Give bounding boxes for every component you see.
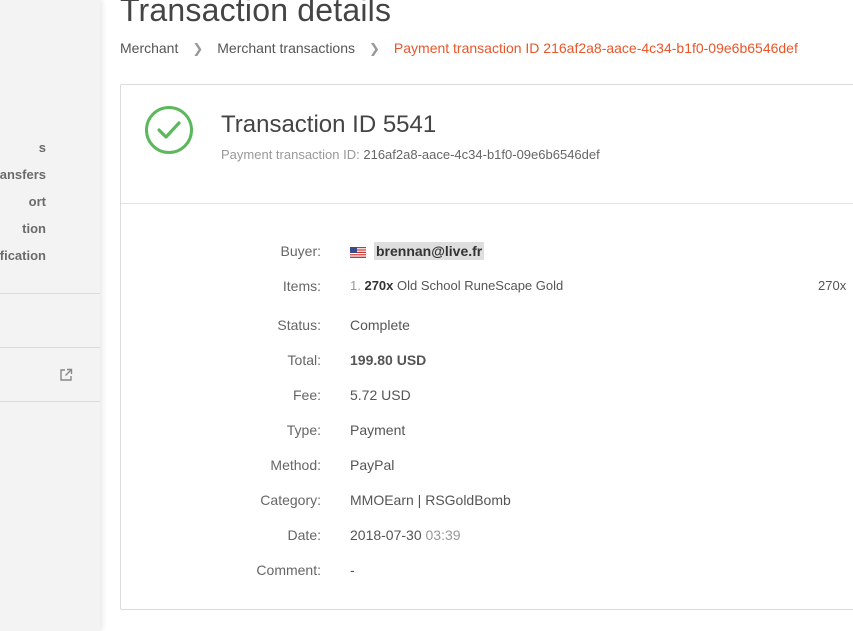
type-value: Payment (350, 422, 406, 438)
external-link-icon[interactable] (59, 368, 73, 382)
detail-row-method: Method: PayPal (121, 457, 853, 477)
detail-row-fee: Fee: 5.72 USD (121, 387, 853, 407)
total-label: Total: (287, 352, 321, 368)
method-label: Method: (270, 457, 321, 473)
sidebar-item-notification[interactable]: fication (0, 248, 46, 263)
sidebar: ​ s ransfers ort tion fication (0, 0, 100, 631)
items-label: Items: (282, 278, 321, 294)
sidebar-divider (0, 401, 100, 402)
status-value: Complete (350, 317, 410, 333)
detail-row-comment: Comment: - (121, 562, 853, 582)
sidebar-divider (0, 347, 100, 348)
transaction-subtitle: Payment transaction ID: 216af2a8-aace-4c… (221, 147, 600, 162)
sidebar-item-transfers[interactable]: ransfers (0, 167, 46, 182)
item-qty-right: 270x (818, 278, 847, 293)
breadcrumb-current: Payment transaction ID 216af2a8-aace-4c3… (393, 40, 798, 56)
detail-row-date: Date: 2018-07-30 03:39 (121, 527, 853, 547)
comment-label: Comment: (256, 562, 321, 578)
us-flag-icon (350, 247, 366, 258)
date-day: 2018-07-30 (350, 527, 422, 543)
fee-label: Fee: (292, 387, 321, 403)
category-label: Category: (260, 492, 321, 508)
chevron-right-icon: ❯ (192, 41, 204, 56)
buyer-email-link[interactable]: brennan@live.fr (374, 242, 485, 260)
breadcrumb-merchant-transactions[interactable]: Merchant transactions (217, 40, 355, 56)
comment-value: - (350, 562, 355, 578)
detail-row-type: Type: Payment (121, 422, 853, 442)
sidebar-item-report[interactable]: ort (29, 194, 46, 209)
sidebar-divider (0, 293, 100, 294)
transaction-title: Transaction ID 5541 (221, 111, 437, 138)
buyer-value: brennan@live.fr (350, 242, 485, 260)
date-label: Date: (287, 527, 321, 543)
item-qty: 270x (364, 278, 394, 293)
check-circle-icon (145, 106, 193, 154)
status-label: Status: (277, 317, 321, 333)
payment-transaction-id: 216af2a8-aace-4c34-b1f0-09e6b6546def (363, 147, 600, 162)
card-header: Transaction ID 5541 Payment transaction … (121, 85, 853, 204)
subtitle-label: Payment transaction ID: (221, 147, 360, 162)
fee-value: 5.72 USD (350, 387, 411, 403)
detail-row-category: Category: MMOEarn | RSGoldBomb (121, 492, 853, 512)
breadcrumb-merchant[interactable]: Merchant (120, 40, 178, 56)
method-value: PayPal (350, 457, 395, 473)
date-value: 2018-07-30 03:39 (350, 527, 461, 543)
total-value: 199.80 USD (350, 352, 427, 368)
detail-row-status: Status: Complete (121, 317, 853, 337)
main-content: Transaction details Merchant ❯ Merchant tr… (100, 0, 853, 631)
date-time: 03:39 (425, 527, 461, 543)
category-value: MMOEarn | RSGoldBomb (350, 492, 511, 508)
buyer-label: Buyer: (280, 243, 321, 259)
transaction-card: Transaction ID 5541 Payment transaction … (120, 84, 853, 610)
detail-row-items: Items: 1. 270x Old School RuneScape Gold… (121, 278, 853, 298)
sidebar-item-1[interactable]: s (39, 140, 46, 155)
chevron-right-icon: ❯ (369, 41, 380, 56)
detail-row-buyer: Buyer: brennan@live.fr (121, 242, 853, 263)
page-title: Transaction details (120, 0, 392, 28)
detail-row-total: Total: 199.80 USD (121, 352, 853, 372)
items-value: 1. 270x Old School RuneScape Gold (350, 278, 563, 293)
item-index: 1. (350, 278, 361, 293)
sidebar-item-verification[interactable]: tion (22, 221, 46, 236)
breadcrumb: Merchant ❯ Merchant transactions ❯ Payment t… (120, 40, 798, 57)
type-label: Type: (286, 422, 321, 438)
item-name: Old School RuneScape Gold (397, 278, 564, 293)
